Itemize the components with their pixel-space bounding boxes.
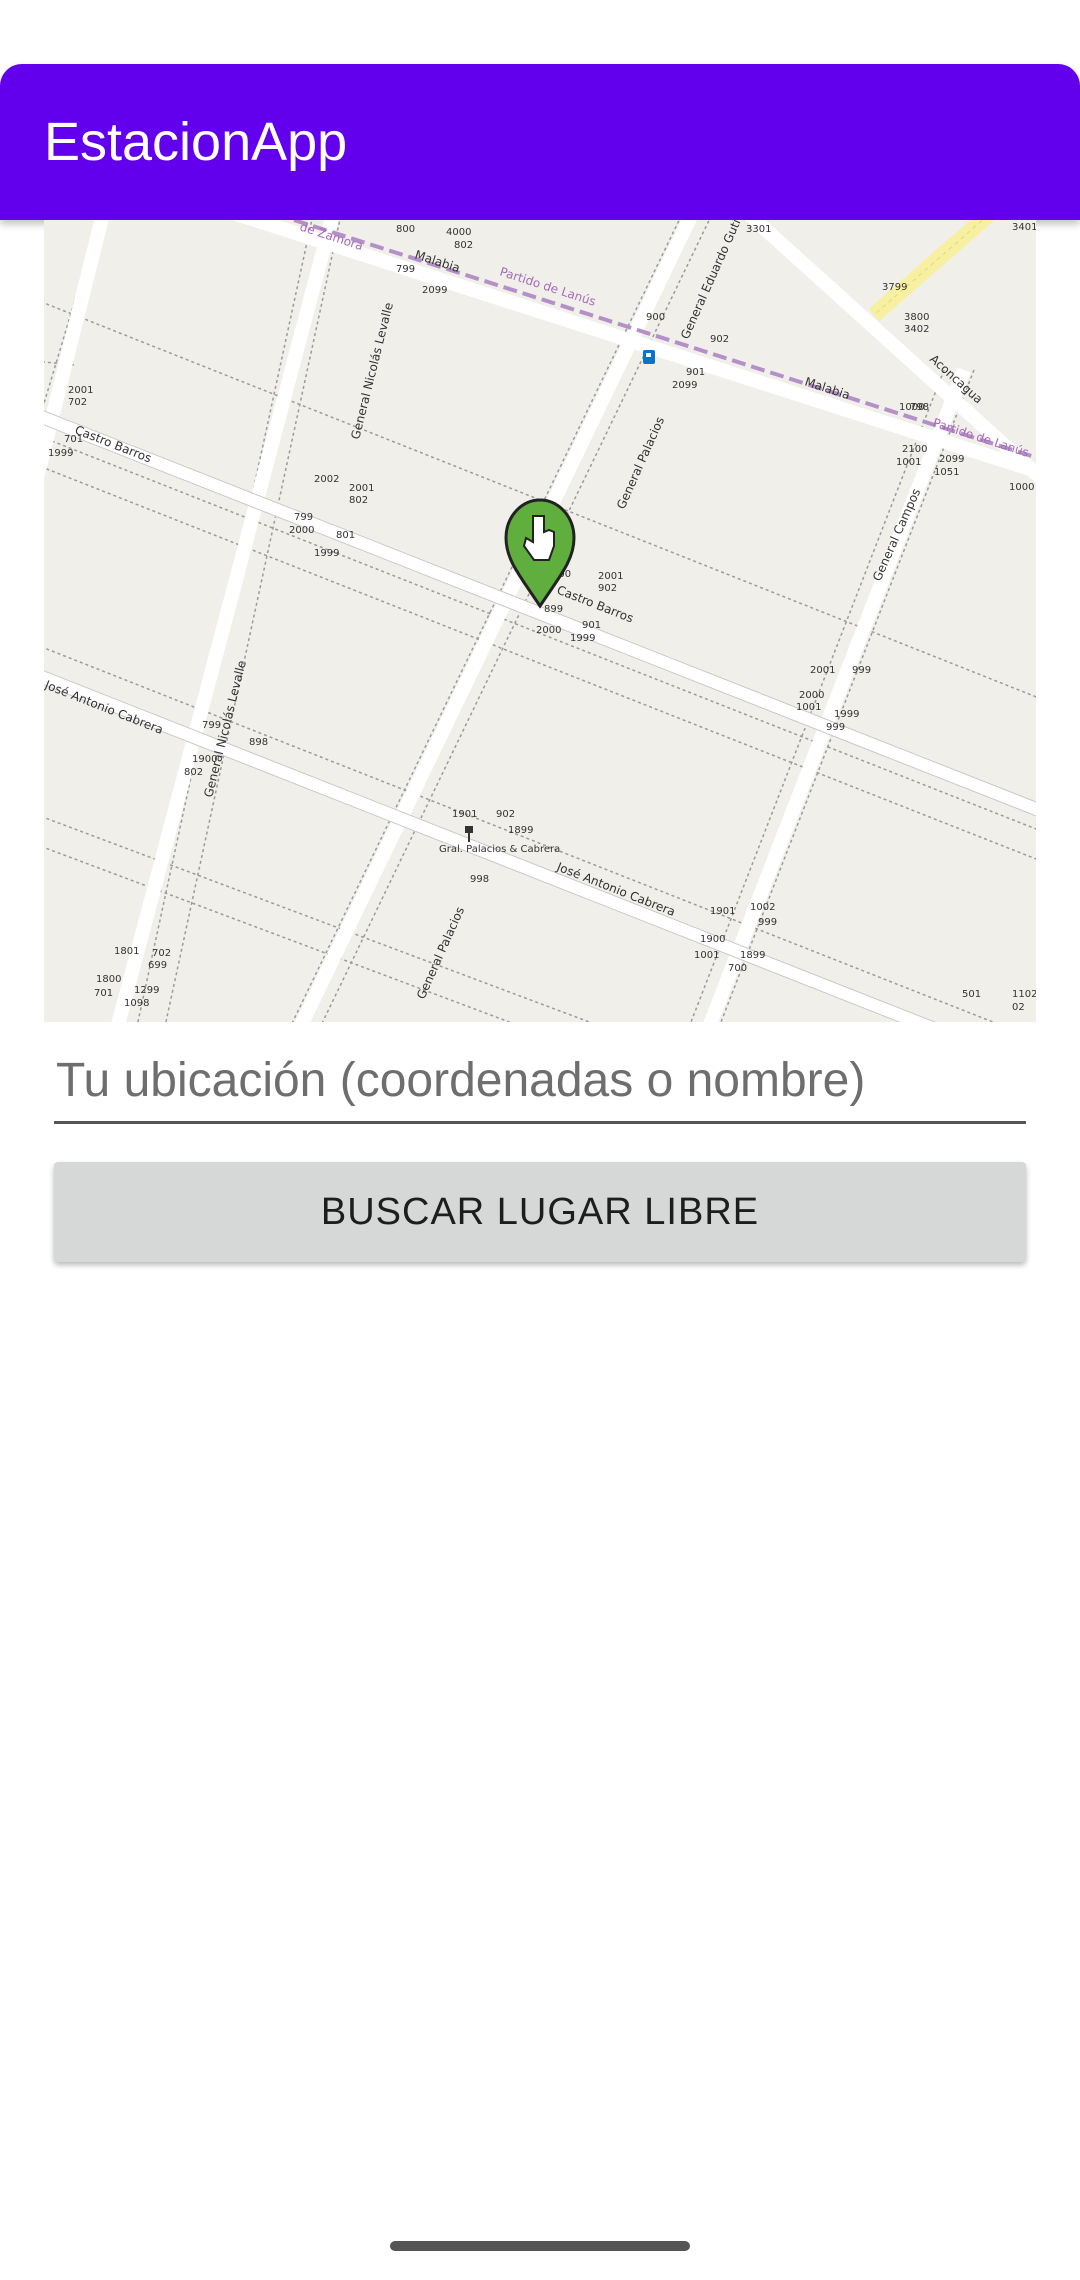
house-number: 699 [148,960,167,971]
house-number: 1000 [1009,482,1034,493]
street-label: General Nicolás Levalle [348,301,396,441]
house-number: 1002 [750,902,775,913]
house-number: 1999 [834,709,859,720]
house-number: 2099 [422,285,447,296]
house-number: 1900 [700,934,725,945]
house-number: 999 [826,722,845,733]
house-number: 801 [336,530,355,541]
house-number: 1999 [570,633,595,644]
house-number: 1001 [796,702,821,713]
house-number: 1899 [508,825,533,836]
house-number: 2002 [314,474,339,485]
house-number: 2000 [799,690,824,701]
map-view[interactable]: Castro Barros Castro Barros José Antonio… [44,220,1036,1022]
house-number: 02 [1012,1002,1025,1013]
house-number: 1001 [896,457,921,468]
house-number: 1999 [314,548,339,559]
house-number: 799 [202,720,221,731]
house-number: 1901 [452,809,477,820]
app-bar: EstacionApp [0,64,1080,220]
house-number: 2000 [536,625,561,636]
house-number: 802 [454,240,473,251]
house-number: 1102 [1012,989,1036,1000]
house-number: 1999 [48,448,73,459]
house-number: 902 [496,809,515,820]
house-number: 998 [470,874,489,885]
house-number: 2001 [349,483,374,494]
house-number: 2001 [598,571,623,582]
house-number: 1899 [740,950,765,961]
house-number: 1098 [124,998,149,1009]
house-number: 3401 [1012,222,1036,233]
street-label: General Campos [870,486,923,583]
house-number: 3301 [746,224,771,235]
house-number: 2099 [939,454,964,465]
house-number: 902 [710,334,729,345]
house-number: 802 [184,767,203,778]
bus-stop-label: Gral. Palacios & Cabrera [439,844,560,855]
house-number: 899 [544,604,563,615]
house-number: 898 [249,737,268,748]
house-number: 700 [728,963,747,974]
search-free-spot-button[interactable]: BUSCAR LUGAR LIBRE [54,1162,1026,1262]
house-number: 1900 [192,754,217,765]
street-label: Castro Barros [73,423,154,466]
house-number: 701 [94,988,113,999]
app-title: EstacionApp [44,112,348,172]
location-input[interactable] [54,1040,1026,1124]
house-number: 3800 [904,312,929,323]
house-number: 800 [396,224,415,235]
house-number: 1901 [710,906,735,917]
home-indicator[interactable] [390,2241,690,2251]
house-number: 702 [152,948,171,959]
fuel-station-icon [643,350,655,364]
house-number: 999 [852,665,871,676]
street-label: General Palacios [414,905,467,1001]
house-number: 3402 [904,324,929,335]
house-number: 999 [758,917,777,928]
house-number: 1001 [694,950,719,961]
house-number: 702 [68,397,87,408]
house-number: 501 [962,989,981,1000]
house-number: 2001 [68,385,93,396]
house-number: 2099 [672,380,697,391]
house-number: 798 [910,402,929,413]
house-number: 901 [582,620,601,631]
map-canvas[interactable]: Castro Barros Castro Barros José Antonio… [44,220,1036,1022]
house-number: 902 [598,583,617,594]
house-number: 4000 [446,227,471,238]
street-label: General Eduardo Gutierrez [678,220,756,341]
street-label: José Antonio Cabrera [44,677,165,737]
house-number: 701 [64,434,83,445]
house-number: 2100 [902,444,927,455]
house-number: 799 [294,512,313,523]
house-number: 1801 [114,946,139,957]
house-number: 799 [396,264,415,275]
house-number: 2001 [810,665,835,676]
house-number: 2000 [289,525,314,536]
street-label: General Palacios [614,415,667,511]
house-number: 1800 [96,974,121,985]
house-number: 1299 [134,985,159,996]
house-number: 901 [686,367,705,378]
house-number: 3799 [882,282,907,293]
house-number: 900 [646,312,665,323]
house-number: 802 [349,495,368,506]
house-number: 1051 [934,467,959,478]
